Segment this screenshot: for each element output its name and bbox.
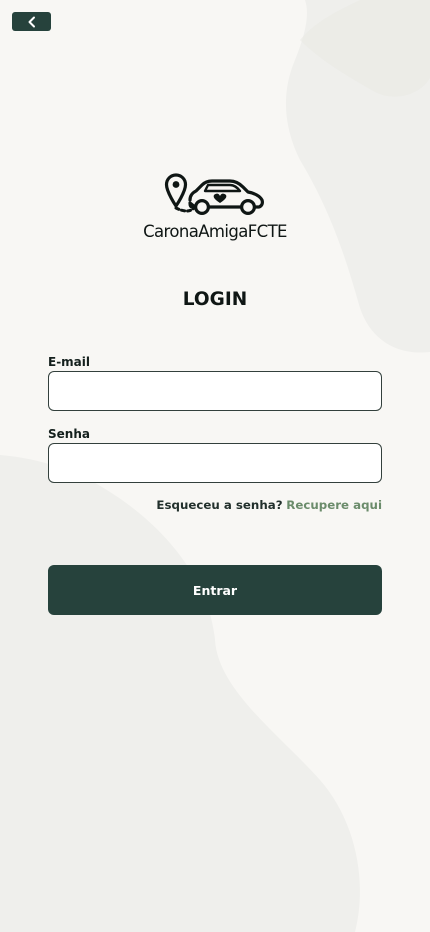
- forgot-password-text: Esqueceu a senha?: [156, 498, 283, 512]
- password-label: Senha: [48, 427, 90, 441]
- chevron-left-icon: [28, 16, 35, 27]
- password-field[interactable]: [48, 443, 382, 483]
- app-logo-text: CaronaAmigaFCTE: [143, 222, 287, 241]
- login-submit-button[interactable]: Entrar: [48, 565, 382, 615]
- email-field[interactable]: [48, 371, 382, 411]
- page-title: LOGIN: [182, 289, 248, 310]
- email-label: E-mail: [48, 355, 91, 369]
- back-button[interactable]: [12, 12, 51, 31]
- forgot-password-row: Esqueceu a senha? Recupere aqui: [156, 498, 382, 512]
- app-logo: CaronaAmigaFCTE: [0, 172, 430, 241]
- car-with-location-pin-icon: [164, 173, 264, 216]
- background-blob-bottom-left: [0, 455, 360, 932]
- recover-password-link[interactable]: Recupere aqui: [286, 498, 382, 512]
